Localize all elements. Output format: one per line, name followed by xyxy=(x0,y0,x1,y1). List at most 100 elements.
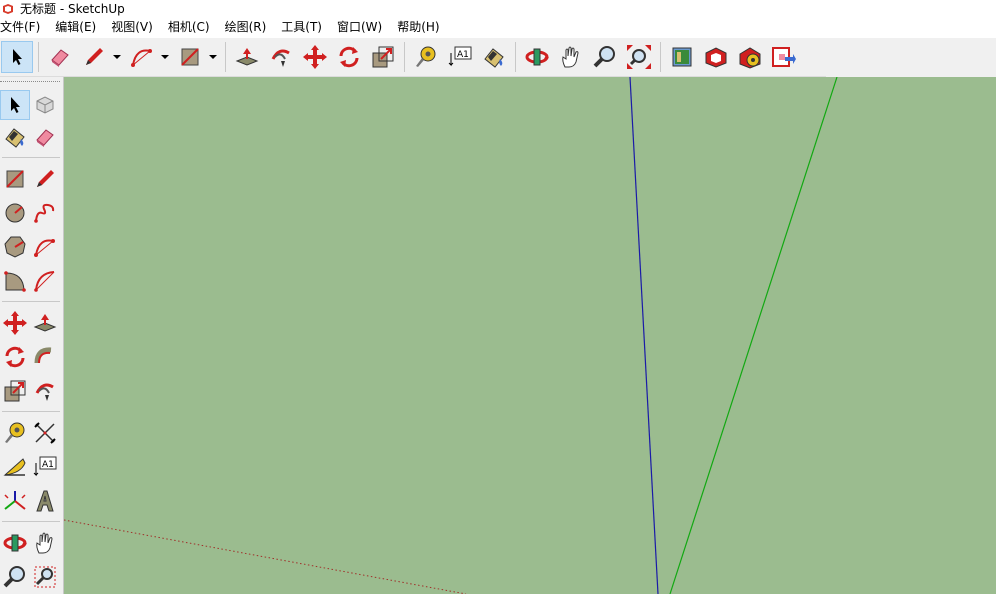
side-zoom-window-button[interactable] xyxy=(30,562,60,592)
toolbar-warehouse-button[interactable] xyxy=(666,41,698,73)
drawing-viewport[interactable] xyxy=(64,77,996,594)
menu-view[interactable]: 视图(V) xyxy=(111,17,160,38)
eraser-icon xyxy=(51,49,69,67)
toolbar-select-button[interactable] xyxy=(1,41,33,73)
push-pull-icon xyxy=(33,314,57,332)
side-zoom-button[interactable] xyxy=(0,562,30,592)
blue-axis xyxy=(629,77,659,594)
side-rectangle-button[interactable] xyxy=(0,164,30,194)
side-move-button[interactable] xyxy=(0,308,30,338)
side-orbit-button[interactable] xyxy=(0,528,30,558)
rectangle-icon xyxy=(181,48,199,66)
menu-tools[interactable]: 工具(T) xyxy=(281,17,329,38)
toolbar-model-info-button[interactable] xyxy=(734,41,766,73)
arc-dropdown[interactable] xyxy=(159,41,171,73)
rotate-icon xyxy=(339,46,359,68)
sidebar-separator xyxy=(2,157,60,158)
side-protractor-button[interactable] xyxy=(0,452,30,482)
toolbar-pan-button[interactable] xyxy=(555,41,587,73)
arc-icon xyxy=(34,239,55,257)
toolbar-move-button[interactable] xyxy=(299,41,331,73)
export-icon xyxy=(772,47,796,67)
side-pencil-button[interactable] xyxy=(30,164,60,194)
toolbar-extension-button[interactable] xyxy=(700,41,732,73)
toolbar-separator xyxy=(225,42,226,72)
pencil-icon xyxy=(86,48,103,65)
menu-file[interactable]: 文件(F) xyxy=(0,17,47,38)
toolbar-text-button[interactable]: A1 xyxy=(444,41,476,73)
toolbar-grip xyxy=(0,81,60,83)
toolbar-separator xyxy=(515,42,516,72)
toolbar-export-button[interactable] xyxy=(768,41,800,73)
arc3-icon xyxy=(34,271,55,292)
side-polygon-button[interactable] xyxy=(0,232,30,262)
toolbar-tape-measure-button[interactable] xyxy=(410,41,442,73)
toolbar-rectangle-button[interactable] xyxy=(174,41,206,73)
select-icon xyxy=(11,97,20,113)
chevron-down-icon xyxy=(113,55,121,59)
side-select-button[interactable] xyxy=(0,90,30,120)
menu-camera[interactable]: 相机(C) xyxy=(168,17,217,38)
menu-help[interactable]: 帮助(H) xyxy=(397,17,446,38)
side-tape-measure-button[interactable] xyxy=(0,418,30,448)
rectangle-dropdown[interactable] xyxy=(207,41,219,73)
toolbar-zoom-extents-button[interactable] xyxy=(623,41,655,73)
zoom-icon xyxy=(3,566,25,588)
side-dimension-button[interactable] xyxy=(30,418,60,448)
toolbar-push-pull-button[interactable] xyxy=(231,41,263,73)
extension-icon xyxy=(705,47,727,68)
protractor-icon xyxy=(3,458,26,476)
sidebar-separator xyxy=(2,411,60,412)
menu-edit[interactable]: 编辑(E) xyxy=(55,17,103,38)
toolbar-scale-button[interactable] xyxy=(367,41,399,73)
3d-text-icon xyxy=(36,490,54,512)
sketchup-logo-icon xyxy=(3,3,13,14)
side-axes-button[interactable] xyxy=(0,486,30,516)
toolbar-eraser-button[interactable] xyxy=(44,41,76,73)
side-paint-bucket-button[interactable] xyxy=(0,122,30,152)
pencil-dropdown[interactable] xyxy=(111,41,123,73)
rotate-icon xyxy=(5,346,25,368)
side-pan-button[interactable] xyxy=(30,528,60,558)
menu-window[interactable]: 窗口(W) xyxy=(337,17,389,38)
menu-bar: 文件(F) 编辑(E) 视图(V) 相机(C) 绘图(R) 工具(T) 窗口(W… xyxy=(0,17,996,38)
toolbar-paint-bucket-button[interactable] xyxy=(478,41,510,73)
side-offset-button[interactable] xyxy=(30,376,60,406)
pan-icon xyxy=(36,532,53,554)
zoom-window-icon xyxy=(34,566,56,588)
axes-icon xyxy=(4,491,26,510)
pencil-icon xyxy=(37,170,54,187)
toolbar-arc-button[interactable] xyxy=(126,41,158,73)
side-push-pull-button[interactable] xyxy=(30,308,60,338)
side-scale-button[interactable] xyxy=(0,376,30,406)
side-text-button[interactable]: A1 xyxy=(30,452,60,482)
side-follow-me-button[interactable] xyxy=(30,342,60,372)
follow-me-icon xyxy=(271,49,290,67)
side-rotate-button[interactable] xyxy=(0,342,30,372)
side-3d-text-button[interactable] xyxy=(30,486,60,516)
toolbar-rotate-button[interactable] xyxy=(333,41,365,73)
side-freehand-button[interactable] xyxy=(30,198,60,228)
menu-draw[interactable]: 绘图(R) xyxy=(225,17,274,38)
toolbar-orbit-button[interactable] xyxy=(521,41,553,73)
side-circle-button[interactable] xyxy=(0,198,30,228)
side-arc3-button[interactable] xyxy=(30,266,60,296)
toolbar-separator xyxy=(38,42,39,72)
rectangle-icon xyxy=(6,170,24,188)
text-icon: A1 xyxy=(448,46,472,67)
tape-measure-icon xyxy=(5,422,25,443)
follow-me-icon xyxy=(34,347,52,364)
chevron-down-icon xyxy=(209,55,217,59)
side-pie-button[interactable] xyxy=(0,266,30,296)
side-eraser-button[interactable] xyxy=(30,122,60,152)
toolbar-zoom-button[interactable] xyxy=(589,41,621,73)
sidebar-separator xyxy=(2,521,60,522)
arc-icon xyxy=(131,49,152,67)
text-icon: A1 xyxy=(33,456,57,477)
model-info-icon xyxy=(739,47,761,69)
toolbar-follow-me-button[interactable] xyxy=(265,41,297,73)
paint-bucket-icon xyxy=(484,48,504,68)
side-arc-button[interactable] xyxy=(30,232,60,262)
toolbar-pencil-button[interactable] xyxy=(78,41,110,73)
side-component-button[interactable] xyxy=(30,90,60,120)
